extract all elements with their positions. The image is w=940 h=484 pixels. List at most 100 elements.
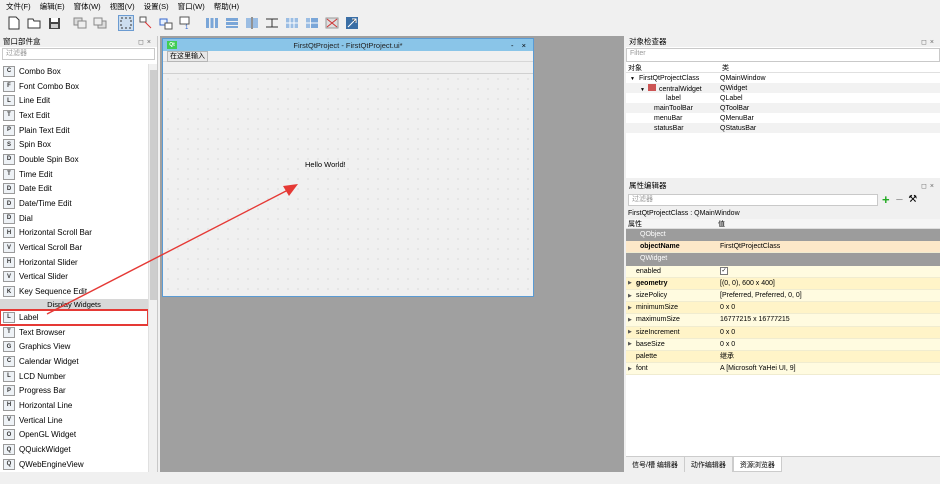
col-value-header[interactable]: 值 bbox=[718, 219, 725, 228]
group-qwidget[interactable]: QWidget bbox=[626, 253, 940, 266]
dock-buttons[interactable]: ◻× bbox=[138, 38, 154, 46]
widget-item[interactable]: L Line Edit bbox=[0, 93, 148, 108]
tree-row[interactable]: ▼ centralWidget QWidget bbox=[626, 83, 940, 93]
group-qobject[interactable]: QObject bbox=[626, 229, 940, 242]
menu-help[interactable]: 帮助(H) bbox=[214, 1, 239, 12]
menu-view[interactable]: 视图(V) bbox=[110, 1, 135, 12]
widget-item[interactable]: P Progress Bar bbox=[0, 383, 148, 398]
form-window-buttons[interactable]: - × bbox=[511, 41, 529, 50]
property-value[interactable]: 继承 bbox=[720, 351, 734, 361]
central-widget-grid[interactable]: Hello World! bbox=[163, 73, 533, 296]
widget-item[interactable]: H Horizontal Line bbox=[0, 398, 148, 413]
property-row[interactable]: ▶ font A [Microsoft YaHei UI, 9] bbox=[626, 363, 940, 376]
property-value[interactable]: [Preferred, Preferred, 0, 0] bbox=[720, 292, 802, 299]
layout-horizontal-icon[interactable] bbox=[204, 15, 220, 31]
enabled-checkbox[interactable]: ✓ bbox=[720, 267, 728, 276]
widget-item[interactable]: Q QQuickWidget bbox=[0, 442, 148, 457]
widget-item[interactable]: H Horizontal Slider bbox=[0, 255, 148, 270]
expand-arrow-icon[interactable]: ▶ bbox=[628, 329, 636, 335]
widget-item[interactable]: D Date Edit bbox=[0, 182, 148, 197]
expand-arrow-icon[interactable]: ▶ bbox=[628, 293, 636, 299]
property-row[interactable]: enabled ✓ bbox=[626, 265, 940, 278]
tree-row[interactable]: label QLabel bbox=[626, 93, 940, 103]
menu-settings[interactable]: 设置(S) bbox=[144, 1, 169, 12]
category-display-widgets[interactable]: Display Widgets bbox=[0, 299, 148, 310]
property-value[interactable]: A [Microsoft YaHei UI, 9] bbox=[720, 365, 796, 372]
edit-tab-order-icon[interactable]: 1 bbox=[178, 15, 194, 31]
send-back-icon[interactable] bbox=[72, 15, 88, 31]
widget-item[interactable]: V Vertical Scroll Bar bbox=[0, 240, 148, 255]
widget-item[interactable]: D Dial bbox=[0, 211, 148, 226]
widget-box-scrollbar[interactable] bbox=[148, 64, 157, 472]
expand-arrow-icon[interactable]: ▶ bbox=[628, 341, 636, 347]
save-icon[interactable] bbox=[46, 15, 62, 31]
property-row[interactable]: objectName FirstQtProjectClass bbox=[626, 241, 940, 254]
widget-item[interactable]: F Font Combo Box bbox=[0, 79, 148, 94]
new-file-icon[interactable] bbox=[6, 15, 22, 31]
add-property-icon[interactable]: + bbox=[882, 193, 890, 206]
property-value[interactable]: 0 x 0 bbox=[720, 304, 735, 311]
property-row[interactable]: ▶ baseSize 0 x 0 bbox=[626, 338, 940, 351]
widget-item[interactable]: Q QWebEngineView bbox=[0, 457, 148, 472]
hello-label[interactable]: Hello World! bbox=[305, 160, 346, 169]
edit-signals-icon[interactable] bbox=[138, 15, 154, 31]
property-row[interactable]: ▶ sizeIncrement 0 x 0 bbox=[626, 326, 940, 339]
layout-vertical-icon[interactable] bbox=[224, 15, 240, 31]
adjust-size-icon[interactable] bbox=[344, 15, 360, 31]
menu-file[interactable]: 文件(F) bbox=[6, 1, 31, 12]
break-layout-icon[interactable] bbox=[324, 15, 340, 31]
remove-property-icon[interactable]: − bbox=[896, 193, 904, 206]
edit-buddies-icon[interactable] bbox=[158, 15, 174, 31]
layout-vsplitter-icon[interactable] bbox=[264, 15, 280, 31]
dock-buttons[interactable]: ◻× bbox=[921, 38, 937, 46]
layout-grid-icon[interactable] bbox=[284, 15, 300, 31]
layout-hsplitter-icon[interactable] bbox=[244, 15, 260, 31]
layout-form-icon[interactable] bbox=[304, 15, 320, 31]
tab-action-editor[interactable]: 动作编辑器 bbox=[685, 457, 733, 472]
property-filter-input[interactable]: 过滤器 bbox=[628, 193, 878, 206]
tab-signal-slot-editor[interactable]: 信号/槽 编辑器 bbox=[626, 457, 685, 472]
widget-item[interactable]: H Horizontal Scroll Bar bbox=[0, 226, 148, 241]
tab-resource-browser[interactable]: 资源浏览器 bbox=[732, 457, 782, 472]
dock-buttons[interactable]: ◻× bbox=[921, 182, 937, 190]
expand-arrow-icon[interactable]: ▶ bbox=[628, 317, 636, 323]
bring-front-icon[interactable] bbox=[92, 15, 108, 31]
widget-item[interactable]: T Text Edit bbox=[0, 108, 148, 123]
col-property-header[interactable]: 属性 bbox=[626, 219, 718, 228]
property-value[interactable]: 16777215 x 16777215 bbox=[720, 316, 790, 323]
menu-window[interactable]: 窗口(W) bbox=[178, 1, 205, 12]
property-value[interactable]: 0 x 0 bbox=[720, 329, 735, 336]
property-row[interactable]: ▶ sizePolicy [Preferred, Preferred, 0, 0] bbox=[626, 289, 940, 303]
property-row[interactable]: ▶ minimumSize 0 x 0 bbox=[626, 302, 940, 315]
widget-item[interactable]: V Vertical Line bbox=[0, 413, 148, 428]
widget-item[interactable]: V Vertical Slider bbox=[0, 270, 148, 285]
widget-item[interactable]: G Graphics View bbox=[0, 339, 148, 354]
property-row[interactable]: palette 继承 bbox=[626, 350, 940, 364]
property-value[interactable]: FirstQtProjectClass bbox=[718, 243, 780, 250]
widget-item[interactable]: D Double Spin Box bbox=[0, 152, 148, 167]
expand-arrow-icon[interactable]: ▶ bbox=[628, 280, 636, 286]
expand-arrow-icon[interactable]: ▶ bbox=[628, 366, 636, 372]
open-folder-icon[interactable] bbox=[26, 15, 42, 31]
widget-item[interactable]: K Key Sequence Edit bbox=[0, 284, 148, 299]
property-value[interactable]: [(0, 0), 600 x 400] bbox=[720, 280, 775, 287]
property-row[interactable]: ▶ maximumSize 16777215 x 16777215 bbox=[626, 314, 940, 327]
tree-row[interactable]: mainToolBar QToolBar bbox=[626, 103, 940, 113]
col-class-header[interactable]: 类 bbox=[720, 63, 729, 72]
tree-row[interactable]: statusBar QStatusBar bbox=[626, 123, 940, 133]
menu-form[interactable]: 窗体(W) bbox=[74, 1, 101, 12]
tree-row[interactable]: ▼ FirstQtProjectClass QMainWindow bbox=[626, 73, 940, 83]
object-filter-input[interactable]: Filter bbox=[626, 48, 940, 62]
expand-arrow-icon[interactable]: ▶ bbox=[628, 305, 636, 311]
configure-icon[interactable]: ⚒ bbox=[908, 194, 917, 205]
edit-widgets-icon[interactable] bbox=[118, 15, 134, 31]
widget-item[interactable]: C Combo Box bbox=[0, 64, 148, 79]
widget-item[interactable]: C Calendar Widget bbox=[0, 354, 148, 369]
tree-row[interactable]: menuBar QMenuBar bbox=[626, 113, 940, 123]
menu-edit[interactable]: 编辑(E) bbox=[40, 1, 65, 12]
form-window[interactable]: Qt FirstQtProject - FirstQtProject.ui* -… bbox=[162, 38, 534, 297]
widget-item[interactable]: O OpenGL Widget bbox=[0, 428, 148, 443]
widget-item[interactable]: T Text Browser bbox=[0, 325, 148, 340]
widget-item[interactable]: S Spin Box bbox=[0, 137, 148, 152]
widget-filter-input[interactable]: 过滤器 bbox=[2, 48, 155, 60]
